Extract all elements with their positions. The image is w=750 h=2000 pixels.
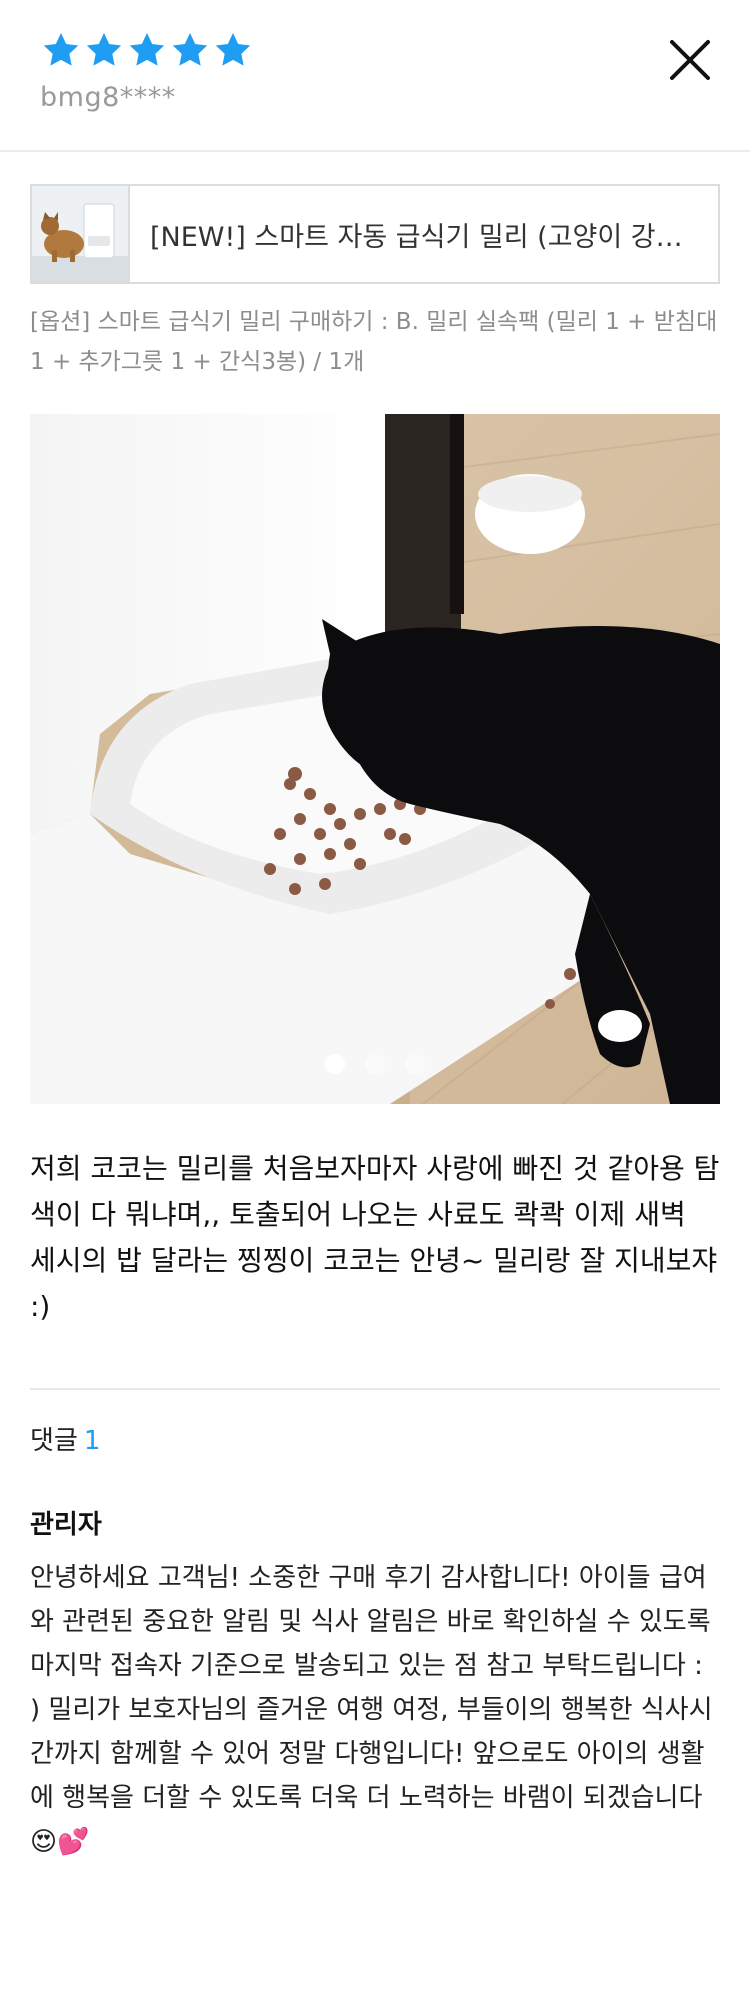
carousel-dot[interactable]: [405, 1054, 425, 1074]
star-icon: [129, 33, 165, 66]
product-thumbnail: [32, 186, 130, 282]
comments-heading: 댓글 1: [30, 1420, 100, 1457]
comment-author: 관리자: [30, 1510, 102, 1540]
comments-count: 1: [83, 1426, 101, 1456]
star-icon: [215, 33, 251, 66]
product-title: [NEW!] 스마트 자동 급식기 밀리 (고양이 강아지 겸용): [150, 221, 718, 253]
star-icon: [172, 33, 208, 66]
close-button[interactable]: [664, 34, 716, 86]
review-header: bmg8****: [0, 0, 750, 152]
star-icon: [43, 33, 79, 66]
close-icon: [670, 40, 710, 80]
section-divider: [30, 1388, 720, 1390]
carousel-dot-active[interactable]: [325, 1054, 345, 1074]
carousel-dot[interactable]: [365, 1054, 385, 1074]
review-photo: [30, 414, 720, 1104]
comment-body: 안녕하세요 고객님! 소중한 구매 후기 감사합니다! 아이들 급여와 관련된 …: [30, 1563, 713, 1857]
star-icon: [86, 33, 122, 66]
carousel-indicators: [30, 1054, 720, 1074]
comments-label: 댓글: [30, 1426, 78, 1456]
product-thumbnail-image: [32, 186, 128, 282]
review-photo-carousel[interactable]: [30, 414, 720, 1104]
review-body: 저희 코코는 밀리를 처음보자마자 사랑에 빠진 것 같아용 탐색이 다 뭐냐며…: [30, 1152, 720, 1323]
rating-stars: [41, 30, 253, 70]
product-card[interactable]: [NEW!] 스마트 자동 급식기 밀리 (고양이 강아지 겸용): [30, 184, 720, 284]
purchase-option: [옵션] 스마트 급식기 밀리 구매하기 : B. 밀리 실속팩 (밀리 1 +…: [30, 309, 718, 375]
reviewer-username: bmg8****: [40, 82, 176, 113]
